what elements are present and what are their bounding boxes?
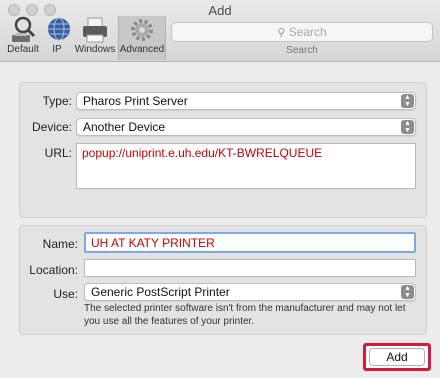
toolbar-ip-button[interactable]: IP xyxy=(44,16,70,60)
gear-icon xyxy=(131,19,153,41)
toolbar-default-label: Default xyxy=(7,44,39,55)
toolbar-default-button[interactable]: Default xyxy=(4,16,42,60)
add-button-highlight: Add xyxy=(363,343,431,371)
use-value: Generic PostScript Printer xyxy=(91,285,230,299)
driver-warning-note: The selected printer software isn't from… xyxy=(84,303,406,327)
device-label: Device: xyxy=(31,120,72,134)
chevron-updown-icon: ▲ ▼ xyxy=(401,94,414,108)
type-label: Type: xyxy=(42,94,72,108)
toolbar-advanced-button[interactable]: Advanced xyxy=(118,16,166,60)
use-label: Use: xyxy=(53,287,78,301)
window-toolbar: Add Default IP Windows Advanced ⚲ Search… xyxy=(0,0,440,62)
use-select[interactable]: Generic PostScript Printer ▲ ▼ xyxy=(84,283,416,301)
device-select[interactable]: Another Device ▲ ▼ xyxy=(76,118,416,136)
type-select[interactable]: Pharos Print Server ▲ ▼ xyxy=(76,92,416,110)
chevron-updown-icon: ▲ ▼ xyxy=(401,285,414,299)
toolbar-advanced-label: Advanced xyxy=(119,44,165,55)
url-label: URL: xyxy=(44,146,72,160)
url-field[interactable]: popup://uniprint.e.uh.edu/KT-BWRELQUEUE xyxy=(76,143,416,189)
name-value: UH AT KATY PRINTER xyxy=(91,236,215,250)
chevron-updown-icon: ▲ ▼ xyxy=(401,120,414,134)
add-button[interactable]: Add xyxy=(369,348,425,366)
location-label: Location: xyxy=(29,263,78,277)
name-field[interactable]: UH AT KATY PRINTER xyxy=(84,232,416,253)
search-caption: Search xyxy=(286,45,318,56)
globe-icon xyxy=(48,17,70,41)
search-field[interactable]: ⚲ Search xyxy=(171,22,433,42)
type-value: Pharos Print Server xyxy=(83,94,188,108)
search-icon: ⚲ xyxy=(277,27,286,39)
windows-printer-icon xyxy=(83,17,107,43)
search-placeholder: Search xyxy=(288,25,327,39)
name-label: Name: xyxy=(42,237,78,251)
location-field[interactable] xyxy=(84,259,416,277)
toolbar-ip-label: IP xyxy=(52,44,62,55)
toolbar-windows-label: Windows xyxy=(74,44,116,55)
default-printer-icon xyxy=(12,16,36,42)
toolbar-windows-button[interactable]: Windows xyxy=(74,16,116,60)
device-value: Another Device xyxy=(83,120,166,134)
url-value: popup://uniprint.e.uh.edu/KT-BWRELQUEUE xyxy=(82,146,323,160)
